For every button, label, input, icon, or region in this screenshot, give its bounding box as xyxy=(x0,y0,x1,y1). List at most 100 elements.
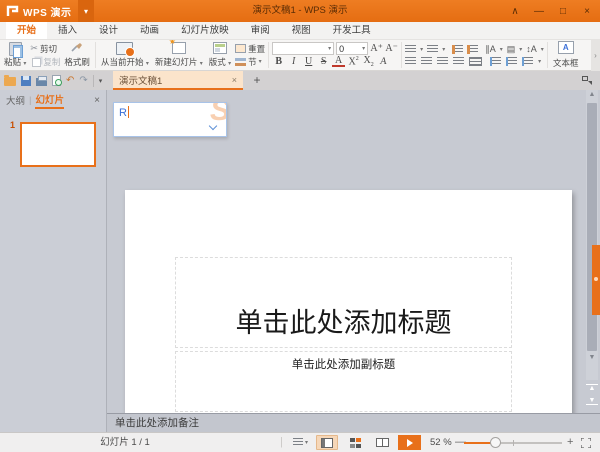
undo-icon[interactable]: ↶ xyxy=(66,71,74,90)
tab-home[interactable]: 开始 xyxy=(6,22,48,39)
chevron-down-icon: ▾ xyxy=(519,46,523,53)
next-slide-button[interactable]: ▼ xyxy=(586,397,598,405)
line-spacing-icon[interactable]: ↕A xyxy=(526,44,537,54)
start-from-current-button[interactable]: 从当前开始 ▾ xyxy=(99,41,151,69)
increase-indent-icon[interactable] xyxy=(467,44,479,54)
new-tab-button[interactable]: + xyxy=(250,72,264,89)
previous-slide-button[interactable]: ▲ xyxy=(586,384,598,392)
grow-font-button[interactable]: A⁺ xyxy=(370,43,383,54)
distribute-icon[interactable] xyxy=(469,56,483,66)
align-right-icon[interactable] xyxy=(437,56,449,66)
superscript-button[interactable]: X2 xyxy=(347,56,360,67)
tab-view[interactable]: 视图 xyxy=(281,22,322,39)
decrease-indent-icon[interactable] xyxy=(452,44,464,54)
cut-button[interactable]: ✂ 剪切 xyxy=(30,42,60,55)
notes-bar[interactable]: 单击此处添加备注 xyxy=(107,413,600,432)
side-panel-handle[interactable] xyxy=(592,245,600,315)
align-center-icon[interactable] xyxy=(421,56,433,66)
font-color-button[interactable]: A xyxy=(332,56,346,67)
new-slide-icon xyxy=(169,40,186,54)
collapse-ribbon-button[interactable]: ∧ xyxy=(508,6,522,17)
zoom-in-button[interactable]: + xyxy=(567,433,573,451)
vertical-scrollbar[interactable]: ▲ ▼ xyxy=(586,90,598,380)
title-bar: WPS 演示 ▾ 演示文稿1 - WPS 演示 ∧ — □ × xyxy=(0,0,600,22)
tab-insert[interactable]: 插入 xyxy=(47,22,88,39)
window-controls: ∧ — □ × xyxy=(508,0,594,22)
maximize-button[interactable]: □ xyxy=(556,6,570,17)
chevron-down-icon: ▾ xyxy=(83,6,88,16)
text-box-button[interactable]: A 文本框 xyxy=(549,40,583,70)
zoom-slider[interactable] xyxy=(464,437,562,448)
section-button[interactable]: 节 ▾ xyxy=(235,55,265,68)
subscript-button[interactable]: X2 xyxy=(362,55,375,68)
new-slide-button[interactable]: 新建幻灯片 ▾ xyxy=(153,40,205,69)
section-label: 节 xyxy=(248,56,257,67)
zoom-slider-knob[interactable] xyxy=(490,437,502,448)
slide-number: 1 xyxy=(10,120,16,130)
normal-view-button[interactable] xyxy=(316,435,338,450)
close-tab-icon[interactable]: × xyxy=(232,75,237,85)
tab-slideshow[interactable]: 幻灯片放映 xyxy=(170,22,240,39)
tab-developer[interactable]: 开发工具 xyxy=(322,22,382,39)
slides-tab[interactable]: 幻灯片 xyxy=(35,92,64,109)
ribbon-options-icon[interactable] xyxy=(582,76,592,85)
scroll-down-icon[interactable]: ▼ xyxy=(586,354,598,361)
scroll-up-icon[interactable]: ▲ xyxy=(586,91,598,98)
notes-toggle-button[interactable]: ▾ xyxy=(293,438,308,447)
print-preview-icon[interactable] xyxy=(52,75,62,86)
save-icon[interactable] xyxy=(21,75,31,86)
align-left-icon[interactable] xyxy=(405,56,417,66)
reset-button[interactable]: 重置 xyxy=(235,42,265,55)
subtitle-placeholder[interactable]: 单击此处添加副标题 xyxy=(175,351,512,412)
tab-review[interactable]: 审阅 xyxy=(240,22,281,39)
paste-label: 粘贴 xyxy=(4,57,22,67)
justify-icon[interactable] xyxy=(453,56,465,66)
qat-customize-arrow-icon[interactable]: ▾ xyxy=(99,77,103,85)
bold-button[interactable]: B xyxy=(272,56,285,67)
numbering-icon[interactable] xyxy=(427,44,439,54)
clear-format-button[interactable]: A xyxy=(376,56,391,67)
minimize-button[interactable]: — xyxy=(532,6,546,17)
font-name-combobox[interactable]: ▾ xyxy=(272,42,335,55)
align-middle-icon[interactable] xyxy=(506,56,518,66)
paste-button[interactable]: 粘贴 ▾ xyxy=(2,41,28,69)
tab-animation[interactable]: 动画 xyxy=(129,22,170,39)
outline-tab[interactable]: 大纲 xyxy=(6,93,25,107)
title-placeholder[interactable]: 单击此处添加标题 xyxy=(175,257,512,348)
document-tab[interactable]: 演示文稿1 × xyxy=(113,71,243,90)
close-panel-icon[interactable]: × xyxy=(94,95,100,106)
slideshow-play-button[interactable] xyxy=(398,435,421,450)
font-size-combobox[interactable]: 0 ▾ xyxy=(336,42,369,55)
ribbon-separator xyxy=(546,42,548,68)
align-top-icon[interactable] xyxy=(490,56,502,66)
status-bar: 幻灯片 1 / 1 | ▾ 52 % — + xyxy=(0,432,600,452)
superscript-label: X xyxy=(348,56,356,68)
shrink-font-button[interactable]: A⁻ xyxy=(385,43,398,54)
slide-layout-button[interactable]: 版式 ▾ xyxy=(207,41,233,69)
floating-combobox[interactable]: S R xyxy=(113,102,227,137)
app-logo[interactable]: WPS 演示 xyxy=(0,0,78,22)
print-icon[interactable] xyxy=(36,75,47,86)
main-menu-button[interactable]: ▾ xyxy=(78,0,94,22)
strikethrough-button[interactable]: S xyxy=(317,56,330,67)
combobox-input[interactable]: R xyxy=(119,106,130,119)
placeholder-icon[interactable]: ▤ xyxy=(507,44,516,55)
chevron-down-icon: ▾ xyxy=(362,46,366,52)
italic-button[interactable]: I xyxy=(287,56,300,67)
reading-view-button[interactable] xyxy=(371,435,393,450)
format-painter-button[interactable]: 格式刷 xyxy=(62,41,92,69)
close-button[interactable]: × xyxy=(580,6,594,17)
fit-to-window-icon[interactable] xyxy=(581,438,591,448)
underline-button[interactable]: U xyxy=(302,56,315,67)
text-direction-icon[interactable]: ∥A xyxy=(485,44,496,55)
bullets-icon[interactable] xyxy=(405,44,417,54)
ribbon-scroll-more[interactable]: › xyxy=(591,40,600,71)
slide-sorter-button[interactable] xyxy=(344,435,366,450)
combobox-value: R xyxy=(119,107,127,119)
open-file-icon[interactable] xyxy=(4,74,16,86)
tab-design[interactable]: 设计 xyxy=(88,22,129,39)
copy-button[interactable]: 复制 xyxy=(30,55,60,68)
redo-icon[interactable]: ↷ xyxy=(79,71,87,90)
slide-thumbnail[interactable] xyxy=(20,122,96,167)
align-bottom-icon[interactable] xyxy=(522,56,534,66)
